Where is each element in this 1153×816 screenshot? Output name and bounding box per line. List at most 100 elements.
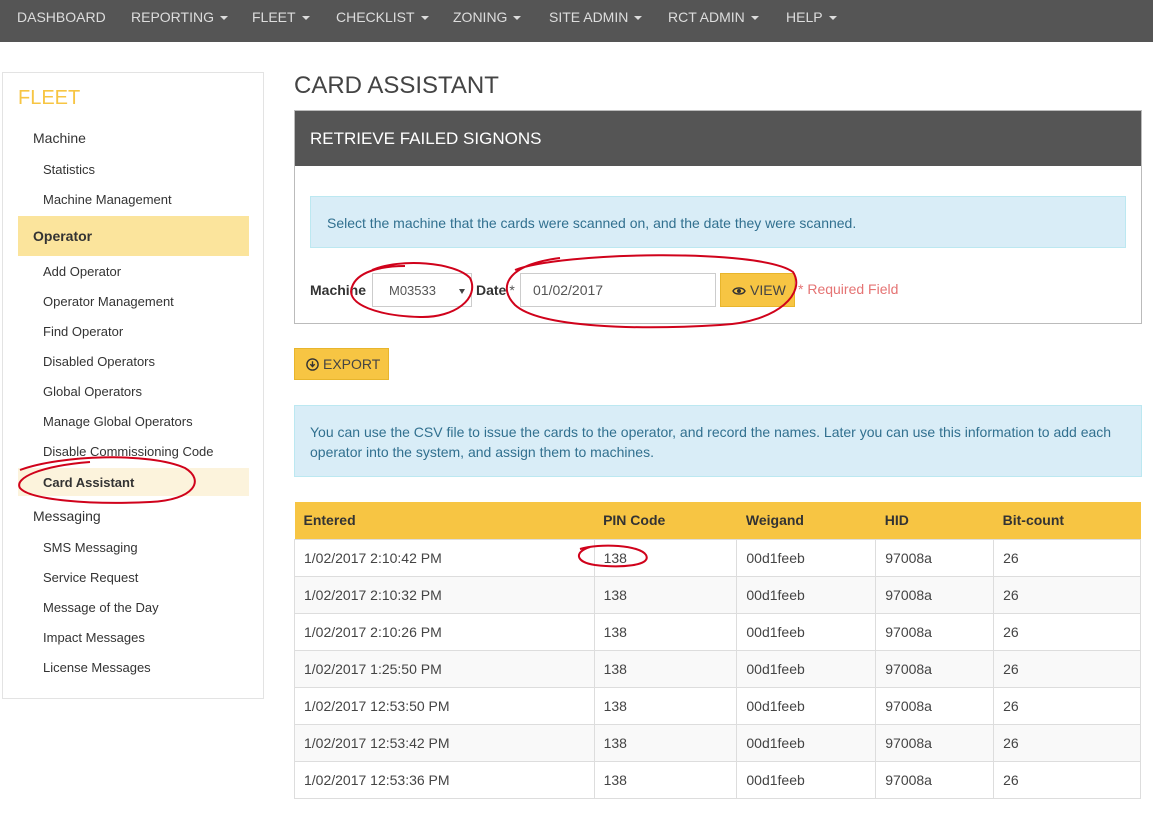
cell-bit-count: 26	[993, 575, 1141, 614]
sidebar-item-operator-management[interactable]: Operator Management	[43, 294, 174, 309]
date-label: Date *	[476, 282, 515, 298]
cell-hid: 97008a	[875, 760, 995, 799]
failed-signons-table: Entered PIN Code Weigand HID Bit-count 1…	[294, 502, 1141, 799]
cell-weigand: 00d1feeb	[736, 686, 877, 725]
sidebar-title: FLEET	[18, 87, 81, 109]
cell-pin: 138	[593, 686, 738, 725]
sidebar-item-manage-global-operators[interactable]: Manage Global Operators	[43, 414, 193, 429]
sidebar-item-disabled-operators[interactable]: Disabled Operators	[43, 354, 155, 369]
caret-down-icon	[219, 16, 228, 21]
cell-entered: 1/02/2017 12:53:36 PM	[294, 760, 595, 799]
cell-entered: 1/02/2017 12:53:50 PM	[294, 686, 595, 725]
select-arrow-icon	[459, 289, 465, 294]
table-row: 1/02/2017 12:53:42 PM 138 00d1feeb 97008a 26	[294, 723, 1141, 762]
sidebar-item-sms-messaging[interactable]: SMS Messaging	[43, 540, 138, 555]
sidebar-item-message-of-the-day[interactable]: Message of the Day	[43, 600, 159, 615]
sidebar-item-service-request[interactable]: Service Request	[43, 570, 138, 585]
required-field-note: * Required Field	[798, 281, 899, 297]
csv-info-text: You can use the CSV file to issue the ca…	[310, 424, 1112, 460]
cell-pin: 138	[593, 760, 738, 799]
sidebar-item-impact-messages[interactable]: Impact Messages	[43, 630, 145, 645]
caret-down-icon	[634, 16, 643, 21]
cell-weigand: 00d1feeb	[736, 612, 877, 651]
sidebar-item-statistics[interactable]: Statistics	[43, 162, 95, 177]
date-input[interactable]	[520, 273, 716, 307]
cell-hid: 97008a	[875, 575, 995, 614]
cell-bit-count: 26	[993, 760, 1141, 799]
col-pin-code[interactable]: PIN Code	[594, 502, 737, 539]
cell-entered: 1/02/2017 2:10:26 PM	[294, 612, 595, 651]
col-weigand[interactable]: Weigand	[736, 502, 876, 539]
cell-entered: 1/02/2017 2:10:42 PM	[294, 538, 595, 577]
cell-pin: 138	[593, 538, 738, 577]
sidebar-item-machine-management[interactable]: Machine Management	[43, 192, 172, 207]
cell-weigand: 00d1feeb	[736, 649, 877, 688]
cell-bit-count: 26	[993, 612, 1141, 651]
panel-title: RETRIEVE FAILED SIGNONS	[310, 129, 542, 148]
cell-hid: 97008a	[875, 612, 995, 651]
table-row: 1/02/2017 2:10:32 PM 138 00d1feeb 97008a 26	[294, 575, 1141, 614]
cell-entered: 1/02/2017 2:10:32 PM	[294, 575, 595, 614]
info-alert: Select the machine that the cards were s…	[310, 196, 1126, 248]
view-button[interactable]: VIEW	[720, 273, 795, 307]
eye-icon	[732, 287, 746, 295]
info-text: Select the machine that the cards were s…	[327, 215, 857, 231]
cell-weigand: 00d1feeb	[736, 575, 877, 614]
table-row: 1/02/2017 2:10:42 PM 138 00d1feeb 97008a 26	[294, 538, 1141, 577]
cell-pin: 138	[593, 723, 738, 762]
sidebar-item-license-messages[interactable]: License Messages	[43, 660, 151, 675]
nav-rct-admin[interactable]: RCT ADMIN	[668, 0, 759, 34]
caret-down-icon	[420, 16, 429, 21]
cell-weigand: 00d1feeb	[736, 538, 877, 577]
cell-entered: 1/02/2017 12:53:42 PM	[294, 723, 595, 762]
sidebar-item-disable-commissioning-code[interactable]: Disable Commissioning Code	[43, 444, 214, 459]
sidebar-item-label: Card Assistant	[43, 475, 135, 490]
col-bit-count[interactable]: Bit-count	[993, 502, 1141, 539]
sidebar-item-card-assistant[interactable]: Card Assistant	[18, 468, 249, 496]
caret-down-icon	[750, 16, 759, 21]
nav-help[interactable]: HELP	[786, 0, 837, 34]
col-hid[interactable]: HID	[875, 502, 994, 539]
machine-select-value: M03533	[389, 283, 436, 298]
cell-hid: 97008a	[875, 723, 995, 762]
machine-label: Machine	[310, 282, 367, 298]
nav-dashboard[interactable]: DASHBOARD	[17, 0, 106, 34]
sidebar-item-global-operators[interactable]: Global Operators	[43, 384, 142, 399]
sidebar-group-machine[interactable]: Machine	[33, 130, 86, 146]
machine-select[interactable]: M03533	[372, 273, 472, 307]
sidebar-group-messaging[interactable]: Messaging	[33, 508, 101, 524]
caret-down-icon	[828, 16, 837, 21]
cell-bit-count: 26	[993, 723, 1141, 762]
sidebar: FLEET Machine Statistics Machine Managem…	[2, 72, 264, 699]
download-circle-icon	[306, 358, 319, 371]
nav-checklist[interactable]: CHECKLIST	[336, 0, 429, 34]
cell-weigand: 00d1feeb	[736, 760, 877, 799]
cell-hid: 97008a	[875, 649, 995, 688]
cell-hid: 97008a	[875, 686, 995, 725]
cell-weigand: 00d1feeb	[736, 723, 877, 762]
sidebar-group-operator[interactable]: Operator	[18, 216, 249, 256]
cell-bit-count: 26	[993, 686, 1141, 725]
table-row: 1/02/2017 12:53:50 PM 138 00d1feeb 97008a 26	[294, 686, 1141, 725]
cell-pin: 138	[593, 612, 738, 651]
nav-fleet[interactable]: FLEET	[252, 0, 310, 34]
cell-bit-count: 26	[993, 649, 1141, 688]
cell-bit-count: 26	[993, 538, 1141, 577]
nav-zoning[interactable]: ZONING	[453, 0, 522, 34]
col-entered[interactable]: Entered	[294, 502, 595, 539]
table-row: 1/02/2017 2:10:26 PM 138 00d1feeb 97008a 26	[294, 612, 1141, 651]
export-button[interactable]: EXPORT	[294, 348, 389, 380]
sidebar-group-label: Operator	[33, 228, 93, 244]
cell-pin: 138	[593, 649, 738, 688]
table-row: 1/02/2017 12:53:36 PM 138 00d1feeb 97008a 26	[294, 760, 1141, 799]
panel-header: RETRIEVE FAILED SIGNONS	[295, 111, 1141, 166]
sidebar-item-find-operator[interactable]: Find Operator	[43, 324, 123, 339]
caret-down-icon	[513, 16, 522, 21]
nav-reporting[interactable]: REPORTING	[131, 0, 228, 34]
table-row: 1/02/2017 1:25:50 PM 138 00d1feeb 97008a 26	[294, 649, 1141, 688]
caret-down-icon	[301, 16, 310, 21]
sidebar-item-add-operator[interactable]: Add Operator	[43, 264, 121, 279]
cell-entered: 1/02/2017 1:25:50 PM	[294, 649, 595, 688]
nav-site-admin[interactable]: SITE ADMIN	[549, 0, 643, 34]
page-title: CARD ASSISTANT	[294, 72, 499, 99]
